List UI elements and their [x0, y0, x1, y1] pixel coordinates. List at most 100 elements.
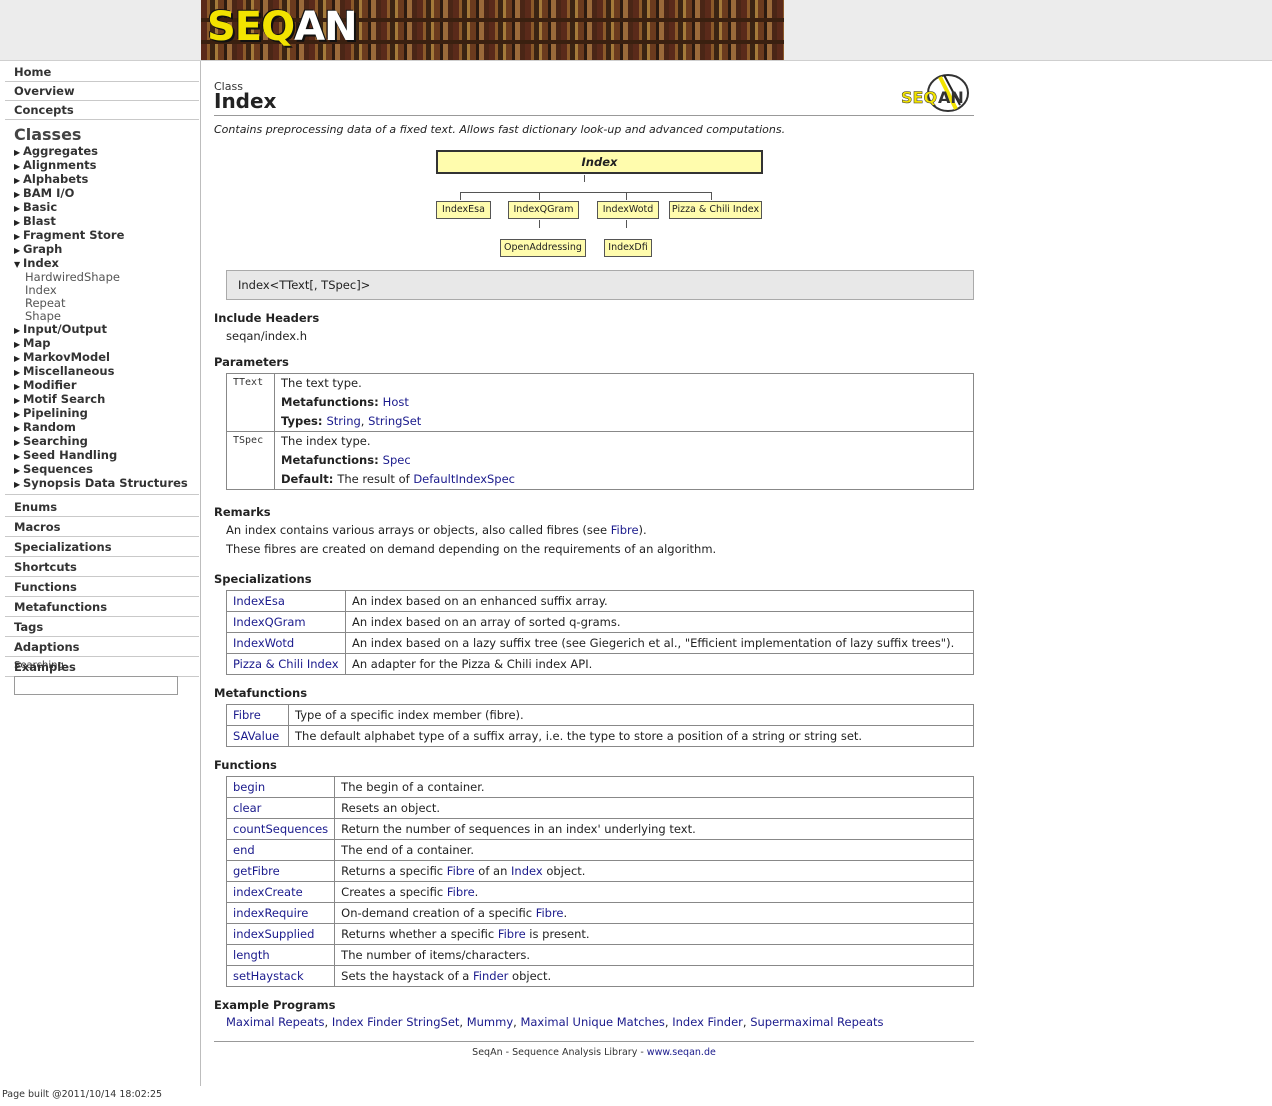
search-input[interactable]: [14, 676, 178, 695]
sidebar-class-alphabets[interactable]: ▶ Alphabets: [0, 173, 200, 187]
link-countsequences[interactable]: countSequences: [233, 822, 328, 836]
triangle-right-icon: ▶: [14, 232, 21, 241]
remark-fibre-link[interactable]: Fibre: [611, 523, 639, 537]
example-link-mummy[interactable]: Mummy: [467, 1015, 513, 1029]
link-sethaystack[interactable]: setHaystack: [233, 969, 304, 983]
parameter-description: The text type. Metafunctions: Host Types: …: [274, 373, 974, 432]
sidebar-item-shortcuts[interactable]: Shortcuts: [5, 557, 199, 577]
triangle-right-icon: ▶: [14, 480, 21, 489]
sidebar-class-synopsis-data-structures[interactable]: ▶ Synopsis Data Structures: [0, 477, 200, 491]
sidebar-class-sequences[interactable]: ▶ Sequences: [0, 463, 200, 477]
link-index[interactable]: Index: [511, 864, 543, 878]
diagram-node-indexqgram[interactable]: IndexQGram: [508, 201, 579, 219]
sidebar-class-graph[interactable]: ▶ Graph: [0, 243, 200, 257]
link-pizza-chili-index[interactable]: Pizza & Chili Index: [233, 657, 339, 671]
link-length[interactable]: length: [233, 948, 270, 962]
sidebar-class-searching[interactable]: ▶ Searching: [0, 435, 200, 449]
example-link-maximal-repeats[interactable]: Maximal Repeats: [226, 1015, 325, 1029]
example-link-supermaximal-repeats[interactable]: Supermaximal Repeats: [750, 1015, 883, 1029]
sidebar-item-specializations[interactable]: Specializations: [5, 537, 199, 557]
link-indexsupplied[interactable]: indexSupplied: [233, 927, 314, 941]
description-cell: The default alphabet type of a suffix ar…: [288, 725, 974, 747]
table-row: IndexWotd An index based on a lazy suffix…: [226, 632, 974, 654]
diagram-node-pizza-chili[interactable]: Pizza & Chili Index: [669, 201, 762, 219]
link-clear[interactable]: clear: [233, 801, 261, 815]
link-fibre[interactable]: Fibre: [498, 927, 526, 941]
sidebar-item-adaptions[interactable]: Adaptions: [5, 637, 199, 657]
page-built-timestamp: Page built @2011/10/14 18:02:25: [2, 1089, 163, 1100]
seqan-banner-image[interactable]: SEQAN: [201, 0, 784, 60]
sidebar-class-bam-i-o[interactable]: ▶ BAM I/O: [0, 187, 200, 201]
sidebar-item-enums[interactable]: Enums: [5, 497, 199, 517]
triangle-right-icon: ▶: [14, 368, 21, 377]
sidebar-class-miscellaneous[interactable]: ▶ Miscellaneous: [0, 365, 200, 379]
sidebar-item-metafunctions[interactable]: Metafunctions: [5, 597, 199, 617]
functions-heading: Functions: [214, 758, 277, 772]
parameter-key: Default:: [281, 472, 338, 486]
link-indexrequire[interactable]: indexRequire: [233, 906, 308, 920]
diagram-node-indexwotd[interactable]: IndexWotd: [597, 201, 659, 219]
parameter-key: Metafunctions:: [281, 453, 383, 467]
link-fibre[interactable]: Fibre: [447, 885, 475, 899]
sidebar-class-seed-handling[interactable]: ▶ Seed Handling: [0, 449, 200, 463]
example-link-index-finder-stringset[interactable]: Index Finder StringSet: [332, 1015, 460, 1029]
parameter-metafunctions: Metafunctions: Spec: [281, 451, 967, 470]
name-cell: clear: [225, 797, 336, 819]
triangle-right-icon: ▶: [14, 466, 21, 475]
functions-table: begin The begin of a container. clear Reset…: [225, 776, 974, 987]
sidebar-item-home[interactable]: Home: [5, 63, 199, 82]
metafunctions-heading: Metafunctions: [214, 686, 308, 700]
link-fibre[interactable]: Fibre: [536, 906, 564, 920]
triangle-right-icon: ▶: [14, 410, 21, 419]
seqan-logo-icon[interactable]: SEQ AN: [900, 71, 974, 115]
link-stringset[interactable]: StringSet: [368, 414, 421, 428]
sidebar-class-random[interactable]: ▶ Random: [0, 421, 200, 435]
triangle-right-icon: ▶: [14, 218, 21, 227]
sidebar-item-concepts[interactable]: Concepts: [5, 101, 199, 120]
sidebar-item-overview[interactable]: Overview: [5, 82, 199, 101]
link-end[interactable]: end: [233, 843, 255, 857]
link-indexwotd[interactable]: IndexWotd: [233, 636, 294, 650]
diagram-node-indexdfi[interactable]: IndexDfi: [604, 239, 652, 257]
parameter-desc-text: The text type.: [281, 376, 362, 390]
sidebar-class-map[interactable]: ▶ Map: [0, 337, 200, 351]
link-defaultindexspec[interactable]: DefaultIndexSpec: [413, 472, 515, 486]
link-fibre[interactable]: Fibre: [447, 864, 475, 878]
sidebar-class-motif-search[interactable]: ▶ Motif Search: [0, 393, 200, 407]
sidebar-class-alignments[interactable]: ▶ Alignments: [0, 159, 200, 173]
link-savalue[interactable]: SAValue: [233, 729, 279, 743]
link-indexesa[interactable]: IndexEsa: [233, 594, 285, 608]
name-cell: indexRequire: [225, 902, 336, 924]
diagram-node-openaddressing[interactable]: OpenAddressing: [500, 239, 586, 257]
diagram-root-index[interactable]: Index: [436, 150, 763, 174]
sidebar-class-pipelining[interactable]: ▶ Pipelining: [0, 407, 200, 421]
link-finder[interactable]: Finder: [473, 969, 508, 983]
triangle-right-icon: ▶: [14, 438, 21, 447]
example-link-index-finder[interactable]: Index Finder: [672, 1015, 743, 1029]
link-begin[interactable]: begin: [233, 780, 265, 794]
sidebar-class-index[interactable]: ▼ Index: [0, 257, 200, 271]
diagram-node-indexesa[interactable]: IndexEsa: [436, 201, 491, 219]
sidebar-class-input-output[interactable]: ▶ Input/Output: [0, 323, 200, 337]
sidebar-class-markovmodel[interactable]: ▶ MarkovModel: [0, 351, 200, 365]
sidebar-class-basic[interactable]: ▶ Basic: [0, 201, 200, 215]
link-getfibre[interactable]: getFibre: [233, 864, 280, 878]
sidebar-class-blast[interactable]: ▶ Blast: [0, 215, 200, 229]
sidebar-class-aggregates[interactable]: ▶ Aggregates: [0, 145, 200, 159]
link-host[interactable]: Host: [383, 395, 409, 409]
sidebar-item-functions[interactable]: Functions: [5, 577, 199, 597]
name-cell: IndexQGram: [226, 611, 346, 633]
footer-seqan-link[interactable]: www.seqan.de: [647, 1047, 716, 1058]
link-fibre[interactable]: Fibre: [233, 708, 261, 722]
link-indexqgram[interactable]: IndexQGram: [233, 615, 306, 629]
link-spec[interactable]: Spec: [383, 453, 411, 467]
triangle-right-icon: ▶: [14, 176, 21, 185]
link-string[interactable]: String: [326, 414, 360, 428]
sidebar-item-macros[interactable]: Macros: [5, 517, 199, 537]
sidebar-item-tags[interactable]: Tags: [5, 617, 199, 637]
sidebar-class-modifier[interactable]: ▶ Modifier: [0, 379, 200, 393]
remarks-heading: Remarks: [214, 505, 271, 519]
sidebar-class-fragment-store[interactable]: ▶ Fragment Store: [0, 229, 200, 243]
link-indexcreate[interactable]: indexCreate: [233, 885, 303, 899]
example-link-maximal-unique-matches[interactable]: Maximal Unique Matches: [520, 1015, 664, 1029]
